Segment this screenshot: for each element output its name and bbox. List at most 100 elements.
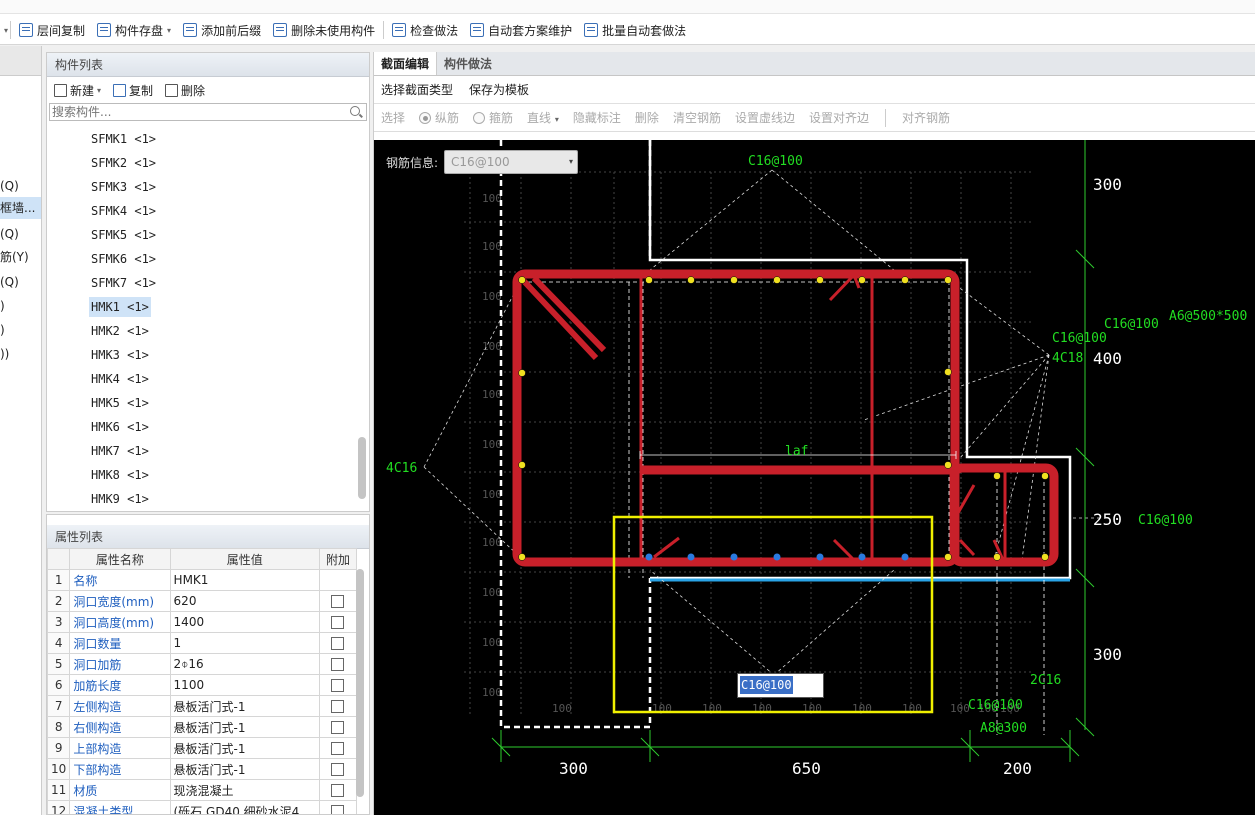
property-value[interactable]: 悬板活门式-1 — [169, 758, 320, 780]
list-scrollbar[interactable] — [358, 137, 366, 507]
row-number: 11 — [47, 779, 71, 801]
check-method-button[interactable]: 检查做法 — [386, 18, 464, 42]
property-value[interactable]: 悬板活门式-1 — [169, 716, 320, 738]
scrollbar-thumb[interactable] — [358, 437, 366, 499]
property-value[interactable]: 现浇混凝土 — [169, 779, 320, 801]
chevron-down-icon[interactable]: ▾ — [167, 26, 171, 35]
list-item[interactable]: HMK6 <1> — [89, 417, 151, 437]
table-row: 10 下部构造 悬板活门式-1 — [47, 758, 358, 780]
delete-unused-button[interactable]: 删除未使用构件 — [267, 18, 381, 42]
delete-button[interactable]: 删除 — [160, 82, 210, 99]
list-item[interactable]: HMK9 <1> — [89, 489, 151, 509]
list-item[interactable]: HMK5 <1> — [89, 393, 151, 413]
radio-icon — [473, 111, 486, 124]
save-as-template-button[interactable]: 保存为模板 — [469, 81, 529, 98]
copy-floor-button[interactable]: 层间复制 — [13, 18, 91, 42]
hide-label-button[interactable]: 隐藏标注 — [573, 109, 621, 126]
extra-checkbox[interactable] — [331, 616, 345, 629]
extra-checkbox[interactable] — [331, 784, 345, 797]
toolbar-divider — [884, 108, 886, 127]
property-scrollbar[interactable] — [356, 565, 364, 805]
left-nav-item[interactable]: ) — [0, 319, 5, 341]
line-tool-button[interactable]: 直线 ▾ — [527, 109, 559, 126]
property-value[interactable]: (砾石 GD40 细砂水泥4... — [169, 800, 320, 814]
list-item[interactable]: SFMK2 <1> — [89, 153, 158, 173]
prefix-suffix-button[interactable]: 添加前后缀 — [177, 18, 267, 42]
label-right-mid-2: 4C18 — [1052, 351, 1083, 366]
set-dash-edge-button[interactable]: 设置虚线边 — [735, 109, 795, 126]
property-value[interactable]: 1400 — [169, 611, 320, 633]
property-value[interactable]: 1100 — [169, 674, 320, 696]
select-section-type-button[interactable]: 选择截面类型 — [381, 81, 453, 98]
tab-section-edit[interactable]: 截面编辑 — [374, 52, 438, 75]
property-value[interactable]: 1 — [169, 632, 320, 654]
grid-lines — [464, 171, 1032, 715]
list-item[interactable]: SFMK1 <1> — [89, 129, 158, 149]
list-item[interactable]: SFMK6 <1> — [89, 249, 158, 269]
list-item[interactable]: HMK4 <1> — [89, 369, 151, 389]
left-nav-item-selected[interactable]: 框墙... — [0, 197, 41, 219]
clear-rebar-button[interactable]: 清空钢筋 — [673, 109, 721, 126]
delete-tool-button[interactable]: 删除 — [635, 109, 659, 126]
copy-button[interactable]: 复制 — [108, 82, 158, 99]
copy-icon — [113, 83, 127, 97]
property-header-row: 属性名称 属性值 附加 — [47, 548, 358, 570]
rebar-info-select[interactable]: C16@100 ▾ — [444, 150, 579, 174]
align-rebar-button[interactable]: 对齐钢筋 — [902, 109, 950, 126]
property-value[interactable]: HMK1 — [169, 569, 320, 591]
tab-component-method[interactable]: 构件做法 — [437, 52, 499, 75]
property-value[interactable]: 悬板活门式-1 — [169, 695, 320, 717]
extra-checkbox[interactable] — [331, 742, 345, 755]
left-nav-item[interactable]: ) — [0, 295, 5, 317]
new-button[interactable]: 新建 ▾ — [49, 82, 106, 99]
grid-label: 100 — [482, 192, 502, 205]
extra-checkbox[interactable] — [331, 658, 345, 671]
left-nav-item[interactable]: (Q) — [0, 175, 19, 197]
rebar-edit-input[interactable]: C16@100 — [737, 673, 824, 698]
extra-checkbox[interactable] — [331, 679, 345, 692]
list-item[interactable]: SFMK4 <1> — [89, 201, 158, 221]
auto-scheme-button[interactable]: 自动套方案维护 — [464, 18, 578, 42]
extra-checkbox[interactable] — [331, 637, 345, 650]
extra-checkbox[interactable] — [331, 805, 345, 814]
list-item[interactable]: SFMK5 <1> — [89, 225, 158, 245]
row-number: 12 — [47, 800, 71, 814]
left-nav-item[interactable]: )) — [0, 343, 9, 365]
batch-auto-button[interactable]: 批量自动套做法 — [578, 18, 692, 42]
extra-checkbox[interactable] — [331, 721, 345, 734]
property-value[interactable]: 620 — [169, 590, 320, 612]
dim-right-300-top: 300 — [1093, 175, 1122, 194]
dim-bottom-300: 300 — [559, 759, 588, 778]
list-item[interactable]: SFMK3 <1> — [89, 177, 158, 197]
property-value[interactable]: 2⌽16 — [169, 653, 320, 675]
chevron-down-icon[interactable]: ▾ — [4, 26, 8, 35]
extra-checkbox[interactable] — [331, 763, 345, 776]
search-icon[interactable] — [350, 106, 360, 116]
left-nav-item[interactable]: (Q) — [0, 223, 19, 245]
list-item[interactable]: SFMK7 <1> — [89, 273, 158, 293]
property-value[interactable]: 悬板活门式-1 — [169, 737, 320, 759]
set-align-edge-button[interactable]: 设置对齐边 — [809, 109, 869, 126]
list-item[interactable]: HMK7 <1> — [89, 441, 151, 461]
select-tool-button[interactable]: 选择 — [381, 109, 405, 126]
copy-label: 复制 — [129, 83, 154, 98]
extra-checkbox[interactable] — [331, 595, 345, 608]
longitudinal-radio[interactable]: 纵筋 — [419, 109, 459, 126]
extra-checkbox[interactable] — [331, 700, 345, 713]
list-item-selected[interactable]: HMK1 <1> — [89, 297, 151, 317]
table-row: 6 加筋长度 1100 — [47, 674, 358, 696]
list-item[interactable]: HMK2 <1> — [89, 321, 151, 341]
drawing-canvas[interactable]: 100 100 100 100 100 100 100 100 100 100 … — [374, 140, 1255, 815]
label-left-rebar: 4C16 — [386, 461, 417, 476]
left-nav-item[interactable]: 筋(Y) — [0, 246, 29, 268]
save-component-button[interactable]: 构件存盘 ▾ — [91, 18, 177, 42]
radio-selected-icon — [419, 111, 432, 124]
left-nav-item[interactable]: (Q) — [0, 271, 19, 293]
search-input[interactable] — [50, 104, 340, 120]
list-item[interactable]: HMK3 <1> — [89, 345, 151, 365]
grid-label: 100 — [482, 636, 502, 649]
list-item[interactable]: HMK8 <1> — [89, 465, 151, 485]
stirrup-radio[interactable]: 箍筋 — [473, 109, 513, 126]
chevron-down-icon[interactable]: ▾ — [97, 86, 101, 95]
scrollbar-thumb[interactable] — [356, 569, 364, 797]
